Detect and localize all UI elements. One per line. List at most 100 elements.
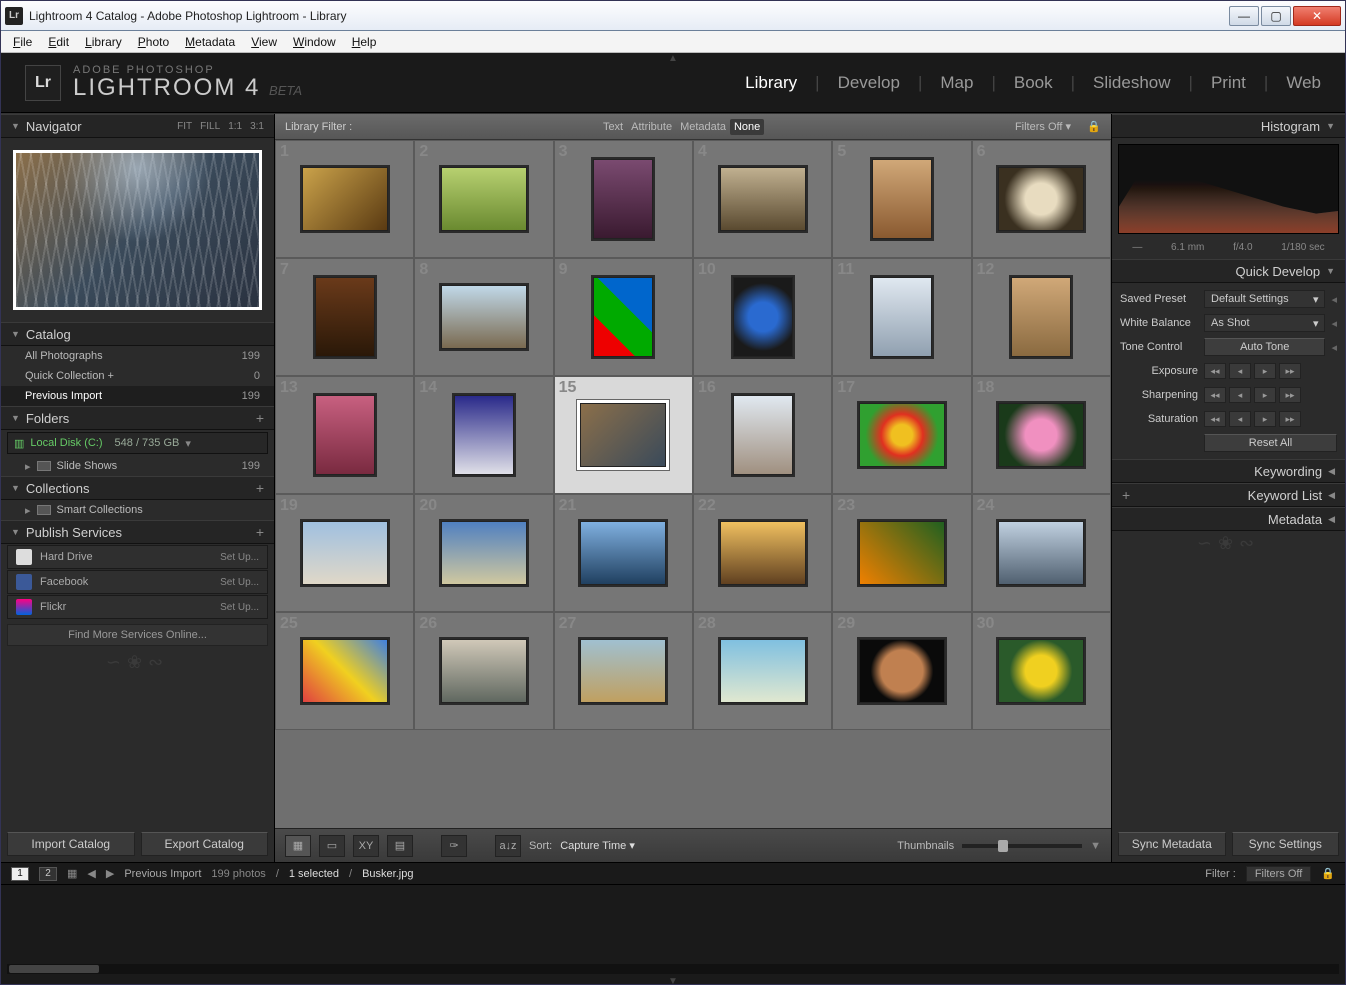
nav-zoom-FIT[interactable]: FIT bbox=[177, 121, 192, 132]
import-catalog-button[interactable]: Import Catalog bbox=[7, 832, 135, 856]
thumbnail[interactable] bbox=[720, 639, 806, 703]
thumbnail[interactable] bbox=[1011, 277, 1071, 357]
filter-tab-text[interactable]: Text bbox=[599, 119, 627, 135]
thumbnail[interactable] bbox=[859, 403, 945, 467]
catalog-row[interactable]: All Photographs199 bbox=[1, 346, 274, 366]
grid-cell[interactable]: 12 bbox=[972, 258, 1111, 376]
grid-cell[interactable]: 27 bbox=[554, 612, 693, 730]
step-big-up[interactable]: ▸▸ bbox=[1279, 387, 1301, 403]
minimize-button[interactable]: — bbox=[1229, 6, 1259, 26]
grid-cell[interactable]: 9 bbox=[554, 258, 693, 376]
step-big-up[interactable]: ▸▸ bbox=[1279, 411, 1301, 427]
folder-row[interactable]: ▸Slide Shows199 bbox=[1, 456, 274, 476]
thumbnail[interactable] bbox=[733, 277, 793, 357]
grid-cell[interactable]: 24 bbox=[972, 494, 1111, 612]
sort-direction-button[interactable]: a↓z bbox=[495, 835, 521, 857]
thumbnail[interactable] bbox=[454, 395, 514, 475]
step-big-up[interactable]: ▸▸ bbox=[1279, 363, 1301, 379]
histogram[interactable] bbox=[1118, 144, 1339, 234]
thumbnail[interactable] bbox=[302, 521, 388, 585]
titlebar[interactable]: Lr Lightroom 4 Catalog - Adobe Photoshop… bbox=[1, 1, 1345, 31]
grid-cell[interactable]: 21 bbox=[554, 494, 693, 612]
grid-cell[interactable]: 18 bbox=[972, 376, 1111, 494]
filters-off-menu[interactable]: Filters Off ▾ bbox=[1011, 118, 1075, 135]
grid-cell[interactable]: 3 bbox=[554, 140, 693, 258]
fs-filter-select[interactable]: Filters Off bbox=[1246, 866, 1311, 882]
menu-help[interactable]: Help bbox=[344, 33, 385, 51]
sort-value[interactable]: Capture Time ▾ bbox=[560, 839, 635, 852]
catalog-row[interactable]: Previous Import199 bbox=[1, 386, 274, 406]
grid-cell[interactable]: 10 bbox=[693, 258, 832, 376]
navigator-zoom-opts[interactable]: FIT FILL 1:1 3:1 bbox=[177, 121, 264, 132]
grid-cell[interactable]: 4 bbox=[693, 140, 832, 258]
grid-cell[interactable]: 1 bbox=[275, 140, 414, 258]
grid-cell[interactable]: 13 bbox=[275, 376, 414, 494]
find-more-services-button[interactable]: Find More Services Online... bbox=[7, 624, 268, 646]
thumbnail[interactable] bbox=[859, 521, 945, 585]
thumbnail[interactable] bbox=[733, 395, 793, 475]
collection-row[interactable]: ▸ Smart Collections bbox=[1, 500, 274, 520]
loupe-view-button[interactable]: ▭ bbox=[319, 835, 345, 857]
nav-zoom-FILL[interactable]: FILL bbox=[200, 121, 220, 132]
module-develop[interactable]: Develop bbox=[838, 73, 900, 93]
menu-library[interactable]: Library bbox=[77, 33, 130, 51]
monitor-1-button[interactable]: 1 bbox=[11, 867, 29, 881]
thumbnail[interactable] bbox=[998, 167, 1084, 231]
folders-header[interactable]: ▼ Folders + bbox=[1, 406, 274, 430]
module-print[interactable]: Print bbox=[1211, 73, 1246, 93]
menu-metadata[interactable]: Metadata bbox=[177, 33, 243, 51]
wb-select[interactable]: As Shot▾ bbox=[1204, 314, 1325, 332]
grid-cell[interactable]: 17 bbox=[832, 376, 971, 494]
thumbnail[interactable] bbox=[859, 639, 945, 703]
chevron-left-icon[interactable]: ◂ bbox=[1331, 317, 1337, 330]
metadata-header[interactable]: Metadata◀ bbox=[1112, 507, 1345, 531]
lock-icon[interactable]: 🔒 bbox=[1321, 867, 1335, 880]
painter-tool-button[interactable]: ✑ bbox=[441, 835, 467, 857]
module-library[interactable]: Library bbox=[745, 73, 797, 93]
thumbnail[interactable] bbox=[302, 167, 388, 231]
thumbnail[interactable] bbox=[441, 521, 527, 585]
saved-preset-select[interactable]: Default Settings▾ bbox=[1204, 290, 1325, 308]
menu-photo[interactable]: Photo bbox=[130, 33, 177, 51]
filmstrip-scrollbar[interactable] bbox=[7, 964, 1339, 974]
keywording-header[interactable]: Keywording◀ bbox=[1112, 459, 1345, 483]
grid-cell[interactable]: 6 bbox=[972, 140, 1111, 258]
step-up[interactable]: ▸ bbox=[1254, 411, 1276, 427]
collections-header[interactable]: ▼ Collections + bbox=[1, 476, 274, 500]
thumbnail[interactable] bbox=[998, 403, 1084, 467]
grid-toolbar[interactable]: ▦ ▭ XY ▤ ✑ a↓z Sort: Capture Time ▾ Thum… bbox=[275, 828, 1111, 862]
histogram-header[interactable]: Histogram ▼ bbox=[1112, 114, 1345, 138]
grid-cell[interactable]: 26 bbox=[414, 612, 553, 730]
step-big-down[interactable]: ◂◂ bbox=[1204, 363, 1226, 379]
grid-view[interactable]: 1234567891011121314151617181920212223242… bbox=[275, 140, 1111, 828]
publish-setup[interactable]: Set Up... bbox=[220, 602, 259, 613]
volume-row[interactable]: ▥ Local Disk (C:) 548 / 735 GB ▾ bbox=[7, 432, 268, 454]
menu-window[interactable]: Window bbox=[285, 33, 344, 51]
menubar[interactable]: FileEditLibraryPhotoMetadataViewWindowHe… bbox=[1, 31, 1345, 53]
step-down[interactable]: ◂ bbox=[1229, 411, 1251, 427]
add-publish-button[interactable]: + bbox=[256, 524, 264, 540]
add-folder-button[interactable]: + bbox=[256, 410, 264, 426]
maximize-button[interactable]: ▢ bbox=[1261, 6, 1291, 26]
navigator-header[interactable]: ▼ Navigator FITFILL1:13:1 bbox=[1, 114, 274, 138]
chevron-left-icon[interactable]: ◂ bbox=[1331, 293, 1337, 306]
bottom-grabber-icon[interactable]: ▼ bbox=[1, 976, 1345, 984]
grid-cell[interactable]: 30 bbox=[972, 612, 1111, 730]
navigator-preview[interactable] bbox=[13, 150, 262, 310]
nav-zoom-3-1[interactable]: 3:1 bbox=[250, 121, 264, 132]
thumbnail[interactable] bbox=[315, 395, 375, 475]
chevron-left-icon[interactable]: ◂ bbox=[1331, 341, 1337, 354]
filter-tab-none[interactable]: None bbox=[730, 119, 764, 135]
thumbnail[interactable] bbox=[872, 277, 932, 357]
publish-row-facebook[interactable]: FacebookSet Up... bbox=[7, 570, 268, 594]
survey-view-button[interactable]: ▤ bbox=[387, 835, 413, 857]
step-down[interactable]: ◂ bbox=[1229, 363, 1251, 379]
nav-zoom-1-1[interactable]: 1:1 bbox=[228, 121, 242, 132]
grid-cell[interactable]: 23 bbox=[832, 494, 971, 612]
menu-edit[interactable]: Edit bbox=[40, 33, 77, 51]
filter-tab-metadata[interactable]: Metadata bbox=[676, 119, 730, 135]
thumbnail[interactable] bbox=[580, 403, 666, 467]
module-web[interactable]: Web bbox=[1286, 73, 1321, 93]
thumbnail[interactable] bbox=[302, 639, 388, 703]
quickdevelop-header[interactable]: Quick Develop ▼ bbox=[1112, 259, 1345, 283]
